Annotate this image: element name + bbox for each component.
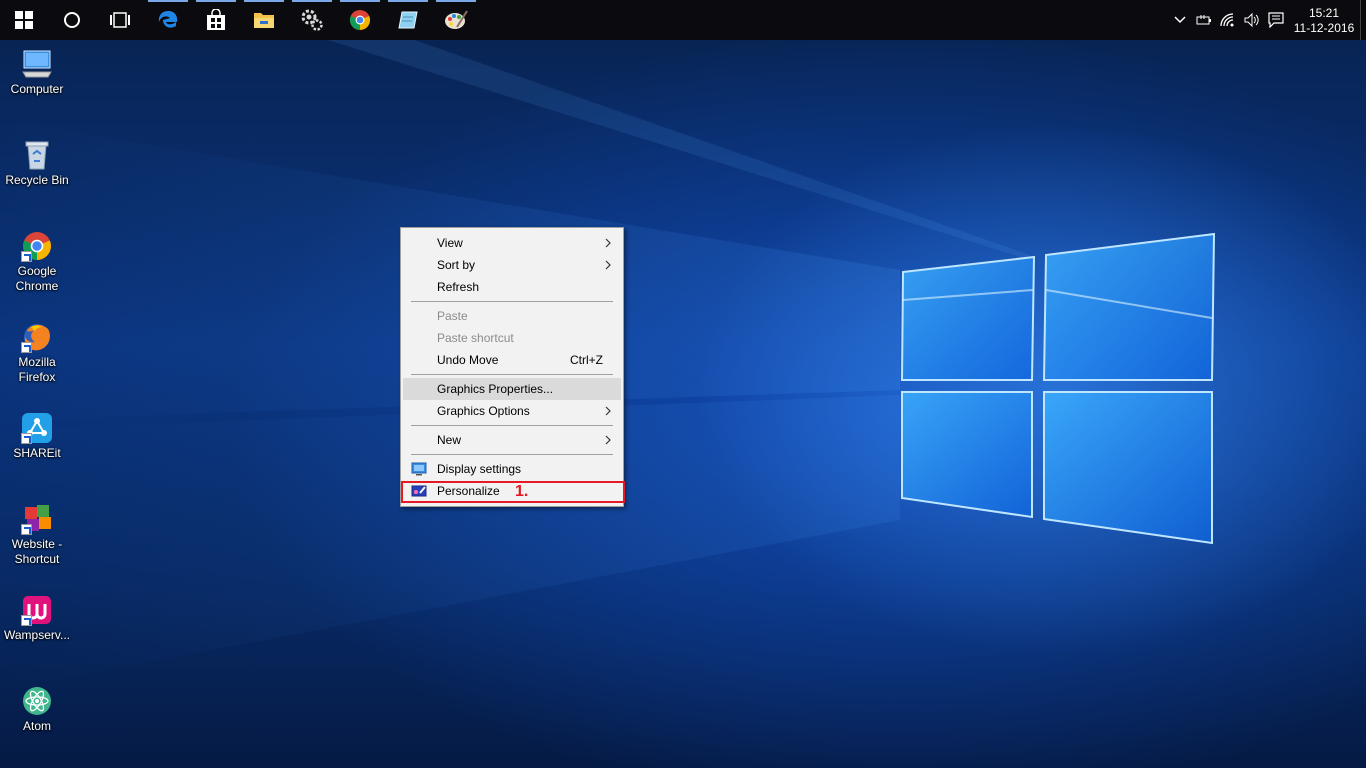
chrome-icon [349,10,371,31]
desktop-icon-atom[interactable]: Atom [2,685,72,734]
desktop-icon-shareit[interactable]: SHAREit [2,412,72,461]
desktop-icon-label: Mozilla Firefox [18,355,56,384]
chevron-right-icon [605,260,611,270]
menu-separator [411,374,613,375]
menu-item-label: Undo Move [437,353,499,367]
desktop-icon-website-shortcut[interactable]: Website - Shortcut [2,503,72,567]
menu-separator [411,301,613,302]
shortcut-arrow-icon [21,342,32,353]
chevron-right-icon [605,435,611,445]
system-tray: 15:21 11-12-2016 [1168,0,1366,40]
store-icon [207,9,225,30]
chevron-right-icon [605,238,611,248]
notepad-icon [398,11,418,29]
menu-item-shortcut: Ctrl+Z [570,353,603,367]
desktop-icon-label: Wampserv... [3,628,70,642]
menu-item-new[interactable]: New [403,429,621,451]
network-button[interactable] [1216,0,1240,40]
desktop-icon-label: SHAREit [13,446,61,460]
cortana-circle-icon [64,12,80,28]
menu-separator [411,454,613,455]
desktop-icon-label: Website - Shortcut [11,537,63,566]
gear-icon [301,9,323,31]
task-view-icon [110,12,130,28]
cortana-button[interactable] [48,0,96,40]
folder-icon [254,13,274,28]
show-hidden-icons-button[interactable] [1168,0,1192,40]
menu-item-graphics-options[interactable]: Graphics Options [403,400,621,422]
chevron-right-icon [605,406,611,416]
clock-date: 11-12-2016 [1293,21,1355,35]
menu-item-view[interactable]: View [403,232,621,254]
notepad-app[interactable] [384,0,432,40]
shortcut-arrow-icon [21,615,32,626]
edge-app[interactable] [144,0,192,40]
menu-item-refresh[interactable]: Refresh [403,276,621,298]
paint-app[interactable] [432,0,480,40]
menu-item-label: Sort by [437,258,476,272]
menu-item-label: View [437,236,463,250]
file-explorer-app[interactable] [240,0,288,40]
clock-time: 15:21 [1308,6,1340,20]
windows-logo-icon [15,11,33,29]
shortcut-arrow-icon [21,433,32,444]
chevron-up-icon [1174,16,1186,24]
menu-item-graphics-properties[interactable]: Graphics Properties... [403,378,621,400]
shortcut-arrow-icon [21,524,32,535]
desktop-background[interactable] [0,0,1366,768]
annotation-step-label: 1. [515,483,529,500]
desktop-icon-wampserver[interactable]: Wampserv... [2,594,72,643]
battery-button[interactable] [1192,0,1216,40]
desktop-icon-computer[interactable]: Computer [2,48,72,97]
atom-icon [23,687,51,715]
desktop-icon-label: Atom [22,719,51,733]
menu-item-sort-by[interactable]: Sort by [403,254,621,276]
desktop-icon-label: Recycle Bin [5,173,69,187]
desktop-icon-google-chrome[interactable]: Google Chrome [2,230,72,294]
paint-palette-icon [445,10,468,29]
desktop-icon-label: Google Chrome [15,264,59,293]
taskbar-clock[interactable]: 15:21 11-12-2016 [1288,4,1360,36]
menu-item-label: Paste [437,309,468,323]
speaker-icon [1244,13,1259,27]
menu-item-label: Display settings [437,462,522,476]
desktop-icon-label: Computer [10,82,64,96]
show-desktop-button[interactable] [1360,0,1366,40]
menu-item-label: Graphics Properties... [437,382,554,396]
taskbar: 15:21 11-12-2016 [0,0,1366,40]
store-app[interactable] [192,0,240,40]
settings-app[interactable] [288,0,336,40]
volume-button[interactable] [1240,0,1264,40]
wifi-icon [1220,13,1234,27]
computer-icon [22,50,52,78]
desktop-context-menu: View Sort by Refresh Paste Paste shortcu… [400,227,625,507]
notification-icon [1268,12,1284,28]
action-center-button[interactable] [1264,0,1288,40]
menu-item-label: Graphics Options [437,404,530,418]
start-button[interactable] [0,0,48,40]
menu-item-label: Paste shortcut [437,331,514,345]
menu-item-label: New [437,433,462,447]
annotation-highlight-box [401,481,625,503]
menu-item-display-settings[interactable]: Display settings [403,458,621,480]
menu-item-paste-shortcut[interactable]: Paste shortcut [403,327,621,349]
display-monitor-icon [411,462,427,476]
edge-icon [158,11,178,28]
menu-item-paste[interactable]: Paste [403,305,621,327]
wallpaper-light-rays [0,0,1216,690]
menu-item-label: Refresh [437,280,480,294]
shortcut-arrow-icon [21,251,32,262]
battery-plug-icon [1196,15,1211,25]
menu-separator [411,425,613,426]
recycle-bin-icon [25,141,49,170]
task-view-button[interactable] [96,0,144,40]
desktop-icon-recycle-bin[interactable]: Recycle Bin [2,139,72,188]
desktop-icon-mozilla-firefox[interactable]: Mozilla Firefox [2,321,72,385]
chrome-app[interactable] [336,0,384,40]
menu-item-undo-move[interactable]: Undo Move Ctrl+Z [403,349,621,371]
